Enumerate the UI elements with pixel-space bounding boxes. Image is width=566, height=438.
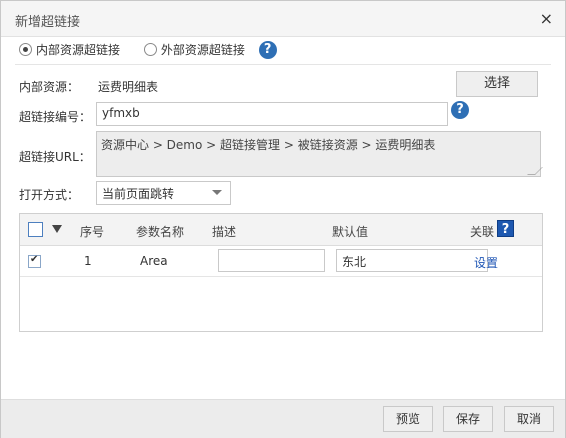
save-button[interactable]: 保存: [443, 406, 493, 432]
hyperlink-code-label: 超链接编号：: [19, 110, 92, 124]
header-relation: 关联: [470, 225, 495, 239]
hyperlink-dialog: 新增超链接 × 内部资源超链接 外部资源超链接 ? 内部资源： 运费明细表 选择…: [0, 0, 566, 438]
hyperlink-code-input[interactable]: yfmxb: [96, 102, 448, 126]
header-index: 序号: [80, 225, 105, 239]
close-icon[interactable]: ×: [540, 9, 553, 28]
open-mode-select[interactable]: 当前页面跳转: [96, 181, 231, 205]
open-mode-label: 打开方式：: [19, 188, 80, 202]
radio-internal-label[interactable]: 内部资源超链接: [36, 41, 120, 58]
relation-help-icon[interactable]: ?: [497, 220, 514, 237]
preview-button[interactable]: 预览: [383, 406, 433, 432]
radio-external[interactable]: [143, 43, 157, 56]
divider: [15, 64, 551, 65]
header-default-value: 默认值: [332, 225, 369, 239]
dropdown-arrow-icon: [212, 190, 222, 195]
dialog-footer: 预览 保存 取消: [1, 399, 565, 438]
row-checkbox[interactable]: [28, 254, 41, 268]
help-icon[interactable]: ?: [258, 41, 277, 59]
params-table: 序号 参数名称 描述 默认值 关联 ? 1 Area 东北 设置: [19, 213, 543, 332]
row-param-name: Area: [140, 254, 168, 268]
select-button[interactable]: 选择: [456, 71, 538, 97]
row-relation-link[interactable]: 设置: [474, 254, 498, 271]
row-description-input[interactable]: [218, 249, 325, 272]
help-icon[interactable]: ?: [451, 101, 469, 119]
internal-resource-label: 内部资源：: [19, 80, 80, 94]
table-row: 1 Area 东北 设置: [20, 246, 542, 277]
header-param-name: 参数名称: [136, 225, 185, 239]
open-mode-value: 当前页面跳转: [102, 187, 175, 201]
hyperlink-url-label: 超链接URL：: [19, 150, 91, 164]
link-type-group: 内部资源超链接 外部资源超链接 ?: [19, 41, 277, 61]
header-description: 描述: [212, 225, 237, 239]
table-header: 序号 参数名称 描述 默认值 关联 ?: [20, 214, 542, 246]
radio-internal[interactable]: [19, 43, 32, 56]
row-default-value-input[interactable]: 东北: [336, 249, 488, 272]
dialog-titlebar: 新增超链接 ×: [1, 1, 565, 37]
resize-handle-icon[interactable]: [527, 167, 543, 175]
radio-external-label[interactable]: 外部资源超链接: [161, 41, 245, 58]
select-all-checkbox[interactable]: [28, 222, 43, 237]
cancel-button[interactable]: 取消: [504, 406, 554, 432]
row-index: 1: [84, 254, 92, 268]
dialog-title: 新增超链接: [15, 15, 81, 30]
hyperlink-url-value: 资源中心 > Demo > 超链接管理 > 被链接资源 > 运费明细表: [101, 138, 436, 152]
sort-down-icon[interactable]: [52, 225, 62, 233]
hyperlink-url-textarea[interactable]: 资源中心 > Demo > 超链接管理 > 被链接资源 > 运费明细表: [96, 131, 543, 177]
internal-resource-value: 运费明细表: [98, 80, 159, 94]
